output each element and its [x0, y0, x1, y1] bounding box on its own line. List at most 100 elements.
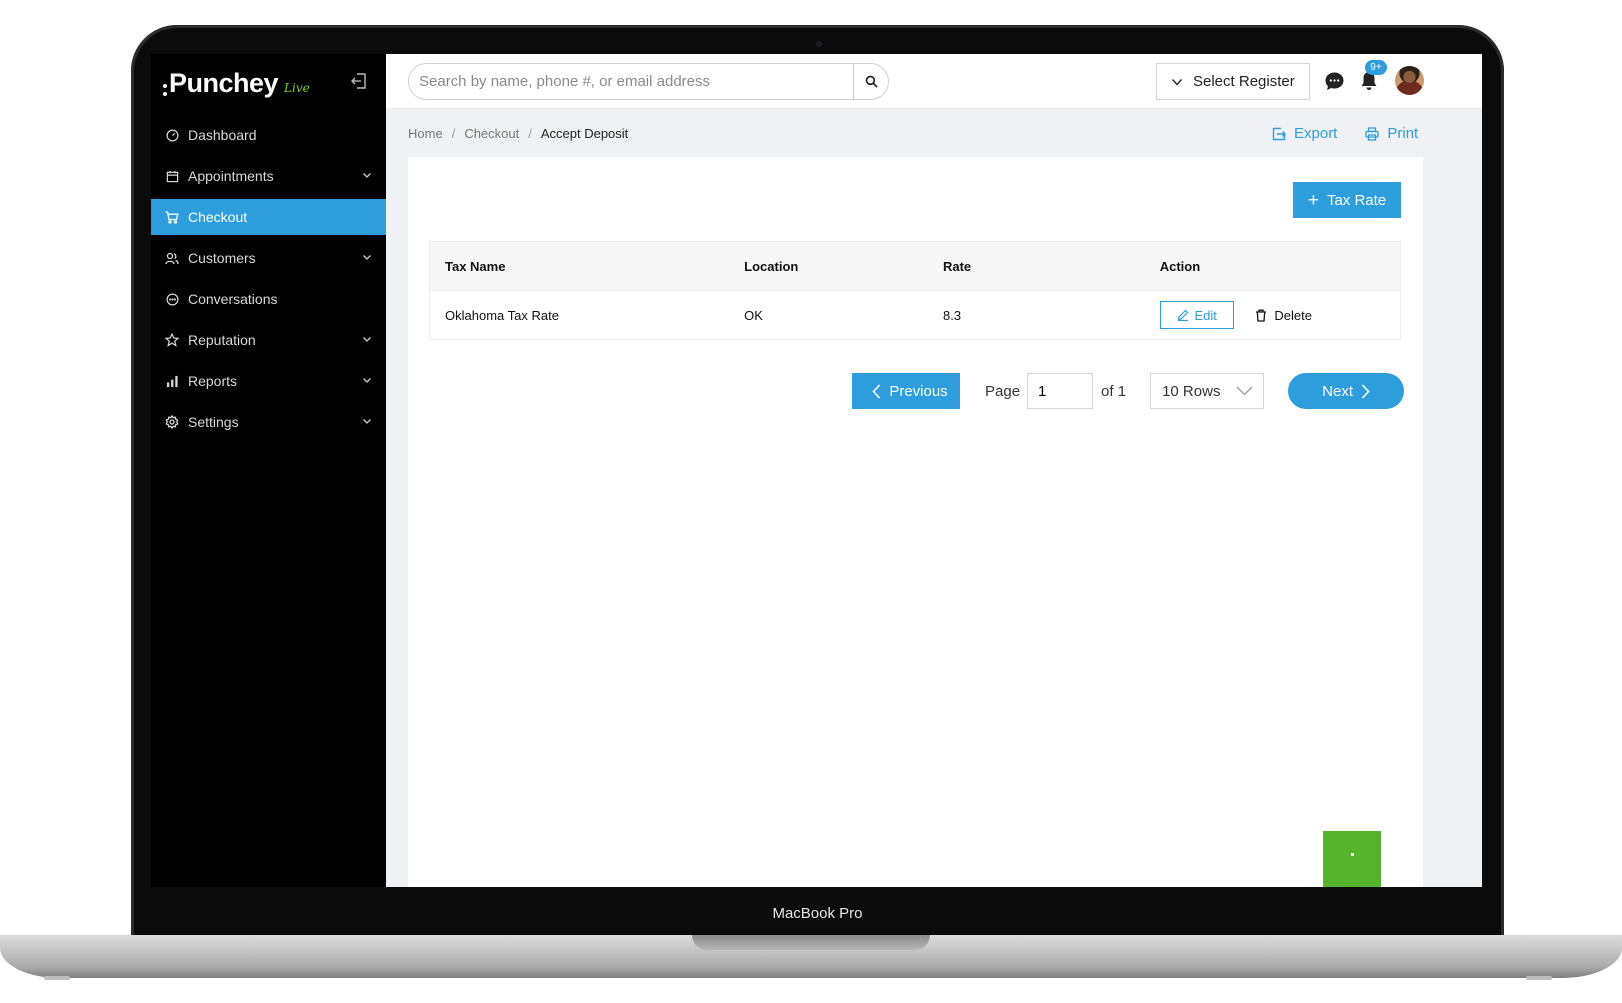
cell-location: OK	[729, 290, 928, 340]
page-count: of 1	[1101, 382, 1127, 400]
rows-per-page-label: 10 Rows	[1162, 382, 1221, 400]
next-label: Next	[1322, 382, 1353, 400]
cell-rate: 8.3	[927, 290, 1145, 340]
previous-label: Previous	[889, 382, 948, 400]
search-input[interactable]	[409, 64, 853, 99]
laptop-foot	[1526, 976, 1552, 980]
export-button[interactable]: Export	[1272, 125, 1337, 142]
brand-logo[interactable]: Punchey Live	[163, 68, 310, 98]
customers-icon	[165, 251, 179, 265]
register-select-label: Select Register	[1193, 73, 1295, 90]
export-label: Export	[1294, 125, 1338, 142]
chevron-down-icon[interactable]	[362, 334, 372, 344]
page-actions: Export Print	[1272, 125, 1418, 142]
chevron-down-icon[interactable]	[362, 375, 372, 385]
cell-action: Edit Delete	[1144, 290, 1401, 340]
sidebar-item-dashboard[interactable]: Dashboard	[151, 117, 386, 153]
logo-dots-icon	[163, 84, 167, 96]
tax-rate-table: Tax Name Location Rate Action Oklahoma T…	[429, 241, 1401, 340]
star-icon	[165, 333, 179, 347]
sidebar-item-label: Reports	[188, 373, 238, 389]
print-button[interactable]: Print	[1365, 125, 1418, 142]
register-select[interactable]: Select Register	[1156, 63, 1310, 100]
sidebar-item-reports[interactable]: Reports	[151, 363, 386, 399]
column-header-location: Location	[729, 241, 928, 291]
breadcrumb-home[interactable]: Home	[408, 126, 443, 141]
content-card: + Tax Rate Tax Name Location Rate Action…	[408, 157, 1423, 887]
chevron-down-icon[interactable]	[362, 416, 372, 426]
bar-chart-icon	[165, 374, 179, 388]
floating-action-button[interactable]	[1323, 831, 1381, 887]
sidebar-item-appointments[interactable]: Appointments	[151, 158, 386, 194]
sidebar-item-label: Settings	[188, 414, 239, 430]
camera-dot	[816, 41, 822, 47]
chevron-down-icon	[1171, 78, 1183, 86]
laptop-foot	[44, 976, 70, 980]
top-bar: Select Register 9+	[386, 54, 1482, 109]
breadcrumb-separator: /	[528, 126, 532, 141]
app-screen: Punchey Live Dashboard Appointments Chec…	[151, 54, 1482, 887]
chevron-right-icon	[1361, 383, 1370, 399]
laptop-notch	[692, 935, 930, 950]
chat-bubble-icon	[165, 292, 179, 306]
cart-icon	[165, 210, 179, 224]
column-header-action: Action	[1144, 241, 1401, 291]
sidebar-item-label: Appointments	[188, 168, 274, 184]
search-icon	[865, 75, 878, 88]
sidebar: Punchey Live Dashboard Appointments Chec…	[151, 54, 386, 887]
sidebar-item-label: Conversations	[188, 291, 278, 307]
plus-icon: +	[1307, 189, 1319, 211]
avatar[interactable]	[1395, 66, 1424, 95]
column-header-rate: Rate	[927, 241, 1145, 291]
delete-label: Delete	[1274, 307, 1312, 323]
search-box	[408, 63, 889, 100]
sidebar-item-reputation[interactable]: Reputation	[151, 322, 386, 358]
breadcrumb-current: Accept Deposit	[540, 126, 629, 141]
previous-button[interactable]: Previous	[852, 373, 960, 409]
dashboard-gauge-icon	[165, 128, 179, 142]
chevron-left-icon	[872, 383, 881, 399]
column-header-tax-name: Tax Name	[429, 241, 730, 291]
edit-button[interactable]: Edit	[1159, 301, 1234, 329]
fab-icon	[1351, 853, 1354, 856]
sidebar-item-conversations[interactable]: Conversations	[151, 281, 386, 317]
printer-icon	[1365, 126, 1380, 141]
table-row: Oklahoma Tax Rate OK 8.3 Edit Delete	[429, 290, 1401, 340]
sidebar-item-label: Checkout	[188, 209, 248, 225]
next-button[interactable]: Next	[1288, 373, 1405, 409]
cell-tax-name: Oklahoma Tax Rate	[429, 290, 730, 340]
add-tax-rate-button[interactable]: + Tax Rate	[1293, 182, 1401, 218]
print-label: Print	[1387, 125, 1419, 142]
sidebar-item-checkout[interactable]: Checkout	[151, 199, 386, 235]
sidebar-item-label: Dashboard	[188, 127, 257, 143]
notification-badge: 9+	[1365, 60, 1387, 75]
brand-suffix: Live	[284, 81, 310, 95]
sidebar-item-customers[interactable]: Customers	[151, 240, 386, 276]
export-icon	[1272, 127, 1286, 140]
pagination: Previous Page of 1 10 Rows Next	[852, 373, 1405, 409]
edit-label: Edit	[1194, 307, 1217, 323]
table-header-row: Tax Name Location Rate Action	[429, 241, 1401, 291]
sidebar-nav: Dashboard Appointments Checkout Customer…	[151, 117, 386, 445]
brand-name: Punchey	[169, 68, 279, 98]
add-tax-rate-label: Tax Rate	[1326, 191, 1387, 209]
search-button[interactable]	[853, 64, 888, 99]
delete-button[interactable]: Delete	[1255, 308, 1312, 323]
chevron-down-icon[interactable]	[362, 170, 372, 180]
page-number-input[interactable]	[1027, 373, 1094, 409]
breadcrumb: Home / Checkout / Accept Deposit	[408, 126, 628, 141]
chat-icon[interactable]	[1324, 71, 1345, 92]
collapse-sidebar-icon[interactable]	[350, 72, 368, 90]
trash-icon	[1256, 309, 1267, 322]
gear-icon	[165, 415, 179, 429]
sidebar-item-settings[interactable]: Settings	[151, 404, 386, 440]
breadcrumb-separator: /	[451, 126, 456, 141]
rows-per-page-select[interactable]: 10 Rows	[1150, 373, 1265, 409]
calendar-icon	[165, 169, 179, 183]
sidebar-item-label: Reputation	[188, 332, 256, 348]
breadcrumb-checkout[interactable]: Checkout	[464, 126, 519, 141]
chevron-down-icon[interactable]	[362, 252, 372, 262]
device-label: MacBook Pro	[772, 905, 863, 922]
chevron-down-icon	[1236, 386, 1253, 396]
pencil-icon	[1177, 309, 1188, 321]
